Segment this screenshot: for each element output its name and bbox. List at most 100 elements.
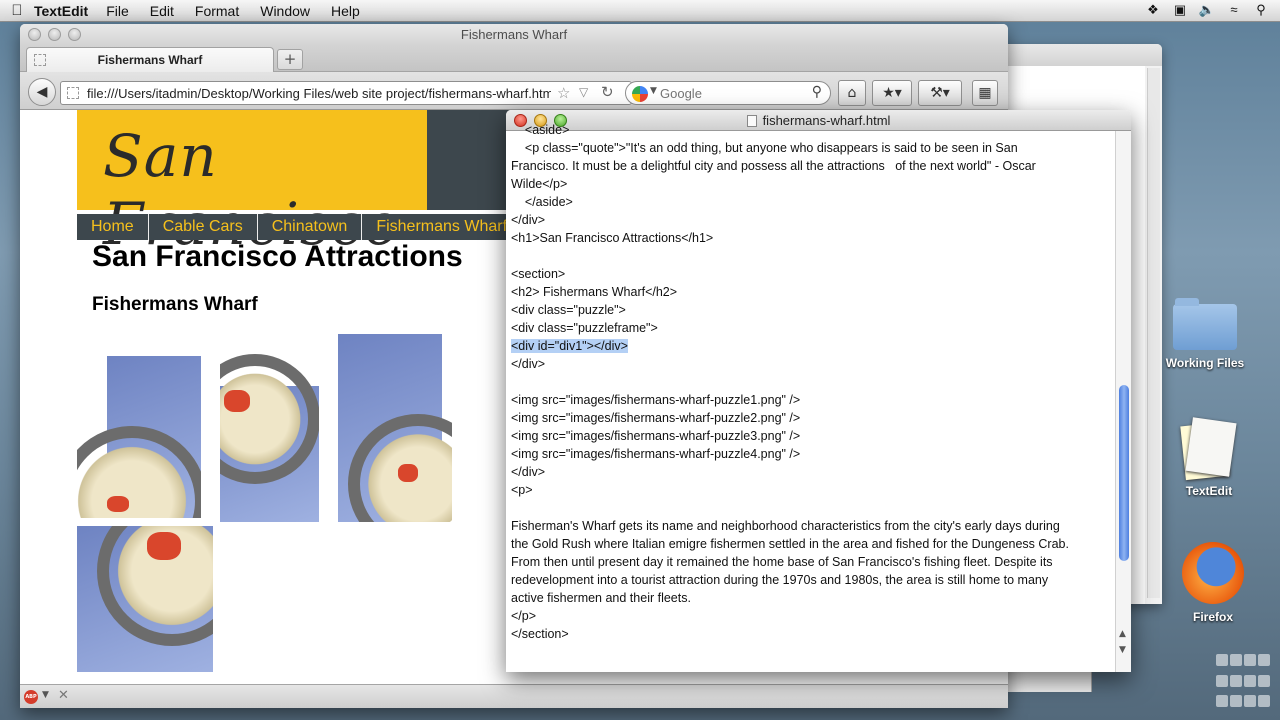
- scrollbar-thumb[interactable]: [1119, 385, 1129, 561]
- code-line: <section>: [511, 265, 1116, 283]
- menu-app-name[interactable]: TextEdit: [34, 3, 88, 19]
- close-addon-bar-icon[interactable]: ✕: [58, 688, 69, 703]
- code-line-text: </aside>: [511, 195, 573, 209]
- code-line-text: </section>: [511, 627, 569, 641]
- close-button[interactable]: [28, 28, 41, 41]
- zoom-button[interactable]: [68, 28, 81, 41]
- logo-cell: [1216, 695, 1228, 708]
- display-icon[interactable]: ▣: [1171, 2, 1189, 18]
- adblock-dropdown-icon[interactable]: ▼: [42, 690, 49, 700]
- menu-help[interactable]: Help: [331, 3, 360, 19]
- logo-cell: [1244, 654, 1256, 666]
- code-line: </p>: [511, 607, 1116, 625]
- code-line: </div>: [511, 211, 1116, 229]
- menu-edit[interactable]: Edit: [150, 3, 174, 19]
- bookmark-star-icon[interactable]: ☆: [557, 84, 570, 102]
- code-line: <footer>: [511, 661, 1116, 662]
- engine-dropdown-icon[interactable]: ▼: [650, 86, 657, 96]
- new-tab-button[interactable]: +: [277, 49, 303, 70]
- code-line: </div>: [511, 355, 1116, 373]
- code-line-text: Wilde</p>: [511, 177, 568, 191]
- code-line-text: </p>: [511, 609, 537, 623]
- puzzle-detail: [398, 464, 418, 482]
- code-line: <img src="images/fishermans-wharf-puzzle…: [511, 409, 1116, 427]
- editor-scrollbar[interactable]: ▲ ▼: [1115, 131, 1131, 672]
- volume-icon[interactable]: 🔈: [1198, 2, 1216, 18]
- scroll-up-arrow-icon[interactable]: ▲: [1119, 629, 1126, 639]
- spotlight-icon[interactable]: ⚲: [1252, 2, 1270, 18]
- puzzle-piece-3[interactable]: [338, 334, 452, 522]
- nav-link-home[interactable]: Home: [77, 214, 149, 240]
- logo-cell: [1258, 654, 1270, 666]
- nav-link-chinatown[interactable]: Chinatown: [258, 214, 363, 240]
- code-line-text: From then until present day it remained …: [511, 555, 1053, 569]
- code-line: <p>: [511, 481, 1116, 499]
- watermark-logo: [1216, 654, 1272, 714]
- code-line-text: </div>: [511, 465, 546, 479]
- back-button[interactable]: ◀: [28, 78, 56, 106]
- code-line: <img src="images/fishermans-wharf-puzzle…: [511, 427, 1116, 445]
- desktop-icon-working-files[interactable]: Working Files: [1160, 298, 1250, 370]
- code-line-text: <h2> Fishermans Wharf</h2>: [511, 285, 678, 299]
- code-line-text: <section>: [511, 267, 566, 281]
- code-line: </aside>: [511, 193, 1116, 211]
- home-button[interactable]: ⌂: [838, 80, 866, 106]
- logo-cell: [1244, 674, 1256, 687]
- code-line: the Gold Rush where Italian emigre fishe…: [511, 535, 1116, 553]
- wifi-icon[interactable]: ≈: [1225, 2, 1243, 18]
- menu-extras: ❖ ▣ 🔈 ≈ ⚲: [1144, 2, 1270, 18]
- code-line-text: Francisco. It must be a delightful city …: [511, 159, 1036, 173]
- nav-link-fishermans-wharf[interactable]: Fishermans Wharf: [362, 214, 523, 240]
- menu-format[interactable]: Format: [195, 3, 239, 19]
- puzzle-piece-1[interactable]: [77, 356, 201, 518]
- code-line: <div class="puzzleframe">: [511, 319, 1116, 337]
- extension-button[interactable]: ▦: [972, 80, 998, 106]
- tab-title: Fishermans Wharf: [97, 53, 203, 67]
- url-input[interactable]: [87, 84, 551, 102]
- desktop-icon-label: Working Files: [1165, 356, 1245, 370]
- tab-fishermans-wharf[interactable]: Fishermans Wharf: [26, 47, 274, 72]
- minimize-button[interactable]: [48, 28, 61, 41]
- history-dropdown-icon[interactable]: ▽: [579, 85, 588, 99]
- tools-button[interactable]: ⚒▾: [918, 80, 962, 106]
- google-engine-icon[interactable]: [632, 86, 648, 102]
- menu-bar:  TextEdit File Edit Format Window Help …: [0, 0, 1280, 22]
- reload-icon[interactable]: ↻: [601, 83, 614, 101]
- menu-window[interactable]: Window: [260, 3, 310, 19]
- apple-menu-icon[interactable]: : [0, 2, 34, 19]
- code-line: From then until present day it remained …: [511, 553, 1116, 571]
- site-identity-icon[interactable]: [67, 87, 79, 99]
- puzzle-piece-2[interactable]: [220, 354, 319, 522]
- menu-file[interactable]: File: [106, 3, 129, 19]
- code-line: <img src="images/fishermans-wharf-puzzle…: [511, 391, 1116, 409]
- desktop-icon-textedit[interactable]: TextEdit: [1172, 416, 1246, 498]
- adblock-icon[interactable]: ABP: [24, 690, 38, 704]
- text-editor-area[interactable]: <aside> <p class="quote">"It's an odd th…: [511, 121, 1116, 662]
- background-window-scrollbar[interactable]: [1147, 68, 1160, 598]
- desktop-icon-firefox[interactable]: Firefox: [1176, 542, 1250, 624]
- dropbox-icon[interactable]: ❖: [1144, 2, 1162, 18]
- logo-cell: [1230, 695, 1242, 708]
- search-bar[interactable]: ▼ ⚲: [625, 81, 831, 105]
- background-window-titlebar: [1000, 44, 1162, 66]
- nav-link-cable-cars[interactable]: Cable Cars: [149, 214, 258, 240]
- page-favicon-icon: [34, 54, 46, 66]
- search-icon[interactable]: ⚲: [812, 84, 822, 100]
- code-line-text: active fishermen and their fleets.: [511, 591, 691, 605]
- puzzle-detail: [107, 496, 129, 512]
- code-line-text: </div>: [511, 213, 546, 227]
- textedit-paper: [1185, 417, 1237, 477]
- code-line: </section>: [511, 625, 1116, 643]
- puzzle-piece-4[interactable]: [77, 526, 213, 672]
- scroll-down-arrow-icon[interactable]: ▼: [1119, 645, 1126, 655]
- code-line: Fisherman's Wharf gets its name and neig…: [511, 517, 1116, 535]
- code-line-text: <img src="images/fishermans-wharf-puzzle…: [511, 393, 801, 407]
- firefox-titlebar: Fishermans Wharf: [20, 24, 1008, 46]
- logo-cell: [1258, 695, 1270, 708]
- firefox-window-title: Fishermans Wharf: [460, 27, 568, 42]
- bookmarks-button[interactable]: ★▾: [872, 80, 912, 106]
- url-bar[interactable]: ☆ ▽ ↻: [60, 81, 632, 105]
- search-input[interactable]: [660, 85, 800, 102]
